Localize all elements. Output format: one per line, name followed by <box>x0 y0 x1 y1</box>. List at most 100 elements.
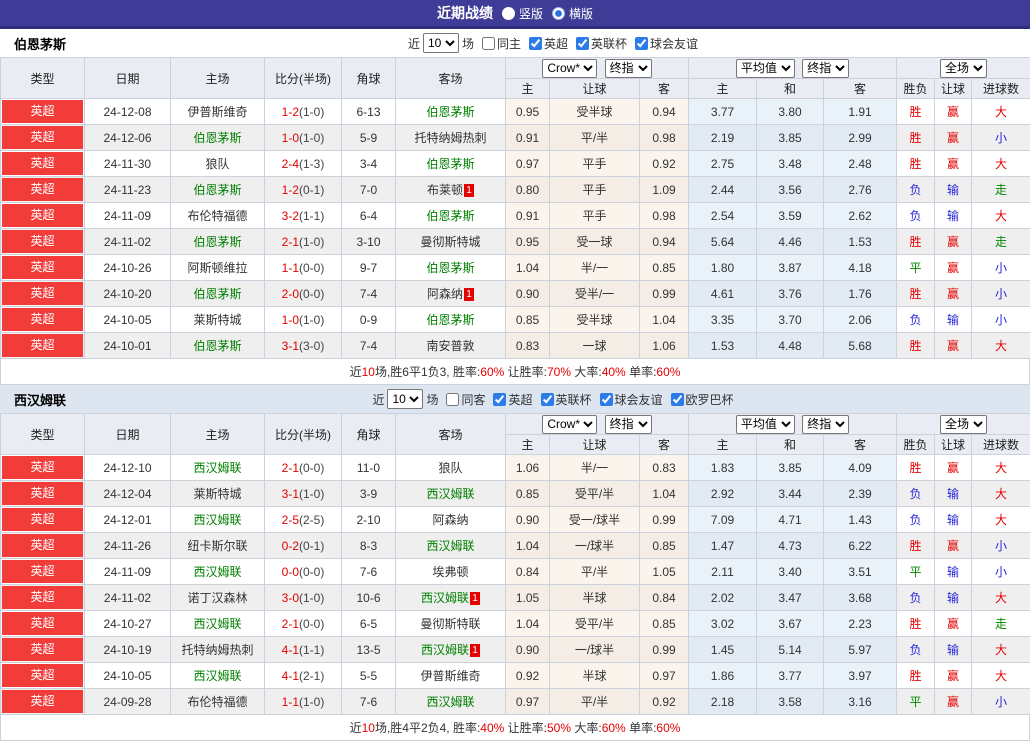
fulltime-score: 2-1 <box>282 617 299 631</box>
col-header-date: 日期 <box>85 414 171 455</box>
result-handicap-cell: 赢 <box>935 151 972 177</box>
summary-text: 70% <box>547 365 571 379</box>
layout-radio-horizontal[interactable]: 横版 <box>552 5 593 22</box>
halftime-score: (1-0) <box>299 313 324 327</box>
checkbox-input[interactable] <box>529 37 542 50</box>
league-cell: 英超 <box>1 125 85 151</box>
checkbox-input[interactable] <box>493 393 506 406</box>
fulltime-score: 3-1 <box>282 339 299 353</box>
team-name: 狼队 <box>205 157 229 171</box>
checkbox-input[interactable] <box>541 393 554 406</box>
checkbox-input[interactable] <box>635 37 648 50</box>
team-name: 西汉姆联 <box>426 539 474 553</box>
corners-cell: 7-0 <box>342 177 396 203</box>
league-cell: 英超 <box>1 689 85 715</box>
corners-cell: 5-9 <box>342 125 396 151</box>
filter-checkbox-英超[interactable]: 英超 <box>488 391 532 408</box>
checkbox-input[interactable] <box>671 393 684 406</box>
layout-radio-vertical[interactable]: 竖版 <box>502 5 543 22</box>
filter-checkbox-球会友谊[interactable]: 球会友谊 <box>595 391 663 408</box>
date-cell: 24-11-26 <box>85 533 171 559</box>
match-row: 英超24-11-30狼队2-4(1-3)3-4伯恩茅斯0.97平手0.922.7… <box>1 151 1030 177</box>
euro-home-odds: 2.54 <box>689 203 757 229</box>
radio-label-vertical: 竖版 <box>519 5 543 22</box>
away-team-cell: 阿森纳1 <box>396 281 506 307</box>
team-name: 伯恩茅斯 <box>426 313 474 327</box>
asia-odds-time-select[interactable]: 终指 <box>605 415 652 434</box>
league-cell: 英超 <box>1 281 85 307</box>
filter-checkbox-球会友谊[interactable]: 球会友谊 <box>630 35 698 52</box>
col-header-home: 主场 <box>171 58 265 99</box>
match-count-select[interactable]: 10 <box>387 389 423 409</box>
league-cell: 英超 <box>1 229 85 255</box>
subcol-asia-home: 主 <box>506 79 550 99</box>
euro-average-select[interactable]: 平均值 <box>736 415 795 434</box>
asia-away-odds: 0.99 <box>640 637 689 663</box>
euro-home-odds: 1.53 <box>689 333 757 359</box>
team-name: 西汉姆联 <box>426 695 474 709</box>
euro-odds-time-select[interactable]: 终指 <box>802 59 849 78</box>
summary-text: 10 <box>362 365 375 379</box>
checkbox-input[interactable] <box>482 37 495 50</box>
euro-average-select[interactable]: 平均值 <box>736 59 795 78</box>
bookmaker-select[interactable]: Crow* <box>542 59 597 78</box>
corners-cell: 7-6 <box>342 689 396 715</box>
team-name: 狼队 <box>438 461 462 475</box>
score-cell: 2-4(1-3) <box>265 151 342 177</box>
filter-checkbox-同客[interactable]: 同客 <box>441 391 485 408</box>
score-cell: 3-1(1-0) <box>265 481 342 507</box>
checkbox-label: 球会友谊 <box>615 391 663 408</box>
away-team-cell: 伊普斯维奇 <box>396 663 506 689</box>
result-handicap-cell: 赢 <box>935 689 972 715</box>
fulltime-score: 1-1 <box>282 261 299 275</box>
result-wdl-cell: 负 <box>897 177 935 203</box>
score-cell: 3-0(1-0) <box>265 585 342 611</box>
team-section-1: 伯恩茅斯 近10场同主英超英联杯球会友谊 类型 日期 主场 比分(半场) 角球 … <box>0 29 1030 385</box>
fulltime-score: 4-1 <box>282 643 299 657</box>
subcol-result-wdl: 胜负 <box>897 79 935 99</box>
euro-away-odds: 2.39 <box>824 481 897 507</box>
filter-checkbox-英联杯[interactable]: 英联杯 <box>536 391 592 408</box>
asia-odds-time-select[interactable]: 终指 <box>605 59 652 78</box>
home-team-cell: 西汉姆联 <box>171 455 265 481</box>
asia-home-odds: 0.95 <box>506 99 550 125</box>
score-cell: 1-0(1-0) <box>265 307 342 333</box>
checkbox-input[interactable] <box>576 37 589 50</box>
score-cell: 2-5(2-5) <box>265 507 342 533</box>
euro-away-odds: 1.43 <box>824 507 897 533</box>
result-goals-cell: 大 <box>972 151 1030 177</box>
team-name: 伯恩茅斯 <box>193 339 241 353</box>
team-name: 伯恩茅斯 <box>193 183 241 197</box>
away-team-cell: 伯恩茅斯 <box>396 307 506 333</box>
asia-home-odds: 0.85 <box>506 481 550 507</box>
corners-cell: 0-9 <box>342 307 396 333</box>
subcol-euro-draw: 和 <box>757 435 824 455</box>
home-team-cell: 诺丁汉森林 <box>171 585 265 611</box>
euro-away-odds: 5.97 <box>824 637 897 663</box>
filter-checkbox-英联杯[interactable]: 英联杯 <box>571 35 627 52</box>
score-cell: 1-0(1-0) <box>265 125 342 151</box>
filter-checkbox-欧罗巴杯[interactable]: 欧罗巴杯 <box>666 391 734 408</box>
fulltime-select[interactable]: 全场 <box>940 59 987 78</box>
euro-odds-time-select[interactable]: 终指 <box>802 415 849 434</box>
team-name: 西汉姆联 <box>193 565 241 579</box>
subcol-euro-home: 主 <box>689 435 757 455</box>
fulltime-select[interactable]: 全场 <box>940 415 987 434</box>
asia-away-odds: 1.06 <box>640 333 689 359</box>
fulltime-score: 2-1 <box>282 235 299 249</box>
handicap-cell: 受平/半 <box>550 611 640 637</box>
checkbox-input[interactable] <box>600 393 613 406</box>
asia-odds-group-header: Crow* 终指 <box>506 58 689 79</box>
league-badge: 英超 <box>2 126 83 149</box>
match-count-select[interactable]: 10 <box>423 33 459 53</box>
fulltime-score: 2-0 <box>282 287 299 301</box>
filter-checkbox-同主[interactable]: 同主 <box>477 35 521 52</box>
league-badge: 英超 <box>2 664 83 687</box>
bookmaker-select[interactable]: Crow* <box>542 415 597 434</box>
filter-checkbox-英超[interactable]: 英超 <box>524 35 568 52</box>
asia-away-odds: 0.94 <box>640 99 689 125</box>
league-badge: 英超 <box>2 638 83 661</box>
checkbox-input[interactable] <box>446 393 459 406</box>
halftime-score: (1-0) <box>299 131 324 145</box>
league-badge: 英超 <box>2 204 83 227</box>
